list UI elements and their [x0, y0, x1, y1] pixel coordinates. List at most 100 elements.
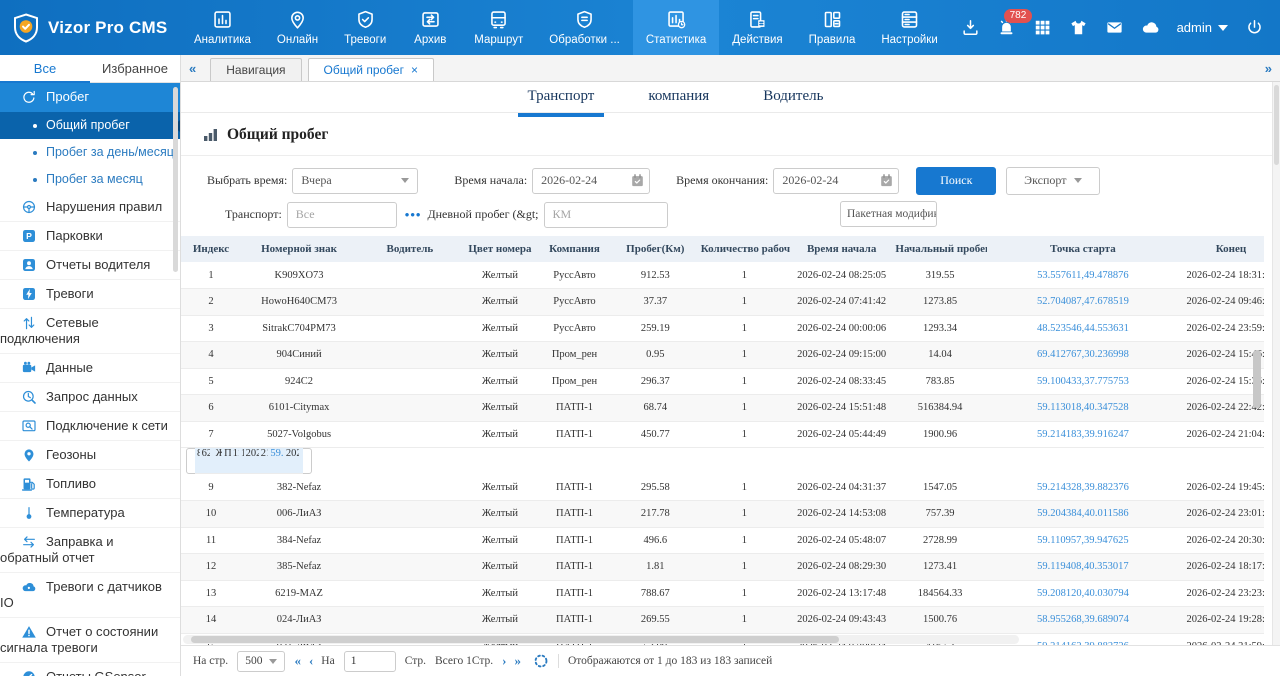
- nav-item-processing[interactable]: Обработки ...: [536, 0, 633, 55]
- time-range-select[interactable]: Вчера: [292, 168, 418, 194]
- start-point-link[interactable]: 48.523546,44.553631: [1037, 323, 1129, 334]
- column-header[interactable]: Компания: [537, 236, 612, 262]
- page-scrollbar[interactable]: [1274, 85, 1279, 165]
- column-header[interactable]: Цвет номера: [463, 236, 538, 262]
- table-row[interactable]: 5924C2ЖелтыйПром_рен296.3712026-02-24 08…: [181, 368, 1264, 395]
- column-header[interactable]: Количество рабочих: [699, 236, 790, 262]
- refresh-icon[interactable]: [533, 653, 549, 669]
- page-number-input[interactable]: [344, 651, 396, 672]
- start-point-link[interactable]: 53.557611,49.478876: [1037, 270, 1129, 281]
- table-vertical-scrollbar[interactable]: [1253, 350, 1261, 408]
- start-point-link[interactable]: 59.204384,40.011586: [1037, 508, 1129, 519]
- download-icon[interactable]: [961, 18, 980, 37]
- sidebar-item[interactable]: Нарушения правил: [0, 193, 180, 222]
- subtab-0[interactable]: Транспорт: [524, 88, 599, 112]
- table-row[interactable]: 9382-NefazЖелтыйПАТП-1295.5812026-02-24 …: [181, 474, 1264, 501]
- prev-page-button[interactable]: ‹: [309, 653, 312, 669]
- alarm-beacon-icon[interactable]: 782: [997, 18, 1016, 37]
- table-row[interactable]: 86212-MAZЖелтыйПАТП-11184.6812026-02-24 …: [186, 448, 312, 474]
- tshirt-icon[interactable]: [1069, 18, 1088, 37]
- table-row[interactable]: 1K909XO73ЖелтыйРуссАвто912.5312026-02-24…: [181, 262, 1264, 289]
- subtab-1[interactable]: компания: [644, 88, 713, 112]
- start-point-link[interactable]: 59.208120,40.030794: [1037, 588, 1129, 599]
- sidebar-item[interactable]: Данные: [0, 354, 180, 383]
- daily-mileage-input[interactable]: [544, 202, 668, 228]
- column-header[interactable]: Пробег(Км): [612, 236, 699, 262]
- sidebar-tab-1[interactable]: Избранное: [90, 55, 180, 82]
- sidebar-item[interactable]: Заправка и обратный отчет: [0, 528, 180, 573]
- start-point-link[interactable]: 69.412767,30.236998: [1037, 349, 1129, 360]
- workspace-tab-1[interactable]: Общий пробег×: [308, 58, 434, 81]
- start-point-link[interactable]: 59.110957,39.947625: [1037, 535, 1129, 546]
- sidebar-item[interactable]: Температура: [0, 499, 180, 528]
- sidebar-item[interactable]: Отчеты GSensor: [0, 663, 180, 676]
- horizontal-scrollbar[interactable]: [191, 636, 839, 643]
- sidebar-item[interactable]: Отчеты водителя: [0, 251, 180, 280]
- last-page-button[interactable]: »: [515, 653, 521, 669]
- mail-icon[interactable]: [1105, 18, 1124, 37]
- column-header[interactable]: Номерной знак: [241, 236, 357, 262]
- sidebar-item[interactable]: Геозоны: [0, 441, 180, 470]
- start-point-link[interactable]: 59.358992,40.688579: [270, 448, 284, 459]
- column-header[interactable]: Конец: [1179, 236, 1264, 262]
- table-row[interactable]: 4904СинийЖелтыйПром_рен0.9512026-02-24 0…: [181, 342, 1264, 369]
- sidebar-subitem[interactable]: Пробег за день/месяц: [0, 139, 180, 166]
- table-row[interactable]: 12385-NefazЖелтыйПАТП-11.8112026-02-24 0…: [181, 554, 1264, 581]
- table-row[interactable]: 10006-ЛиАЗЖелтыйПАТП-1217.7812026-02-24 …: [181, 501, 1264, 528]
- table-row[interactable]: 75027-VolgobusЖелтыйПАТП-1450.7712026-02…: [181, 421, 1264, 448]
- brand[interactable]: Vizor Pro CMS: [0, 0, 181, 55]
- nav-item-actions[interactable]: Действия: [719, 0, 795, 55]
- sidebar-item[interactable]: Пробег: [0, 83, 180, 112]
- start-point-link[interactable]: 58.955268,39.689074: [1037, 614, 1129, 625]
- nav-item-online[interactable]: Онлайн: [264, 0, 331, 55]
- nav-item-analytics[interactable]: Аналитика: [181, 0, 264, 55]
- sidebar-item[interactable]: Топливо: [0, 470, 180, 499]
- apps-grid-icon[interactable]: [1033, 18, 1052, 37]
- sidebar-tab-0[interactable]: Все: [0, 55, 90, 82]
- nav-item-alarms[interactable]: Тревоги: [331, 0, 399, 55]
- column-header[interactable]: Начальный пробег: [893, 236, 986, 262]
- export-button[interactable]: Экспорт: [1006, 167, 1100, 195]
- search-button[interactable]: Поиск: [916, 167, 996, 195]
- column-header[interactable]: Время начала: [790, 236, 894, 262]
- sidebar-item[interactable]: Сетевые подключения: [0, 309, 180, 354]
- start-point-link[interactable]: 59.100433,37.775753: [1037, 376, 1129, 387]
- table-row[interactable]: 66101-CitymaxЖелтыйПАТП-168.7412026-02-2…: [181, 395, 1264, 422]
- sidebar-subitem[interactable]: Пробег за месяц: [0, 166, 180, 193]
- start-point-link[interactable]: 59.119408,40.353017: [1037, 561, 1129, 572]
- nav-item-statistics[interactable]: Статистика: [633, 0, 719, 55]
- table-row[interactable]: 14024-ЛиАЗЖелтыйПАТП-1269.5512026-02-24 …: [181, 607, 1264, 634]
- column-header[interactable]: Точка старта: [987, 236, 1180, 262]
- sidebar-item[interactable]: Подключение к сети: [0, 412, 180, 441]
- subtab-2[interactable]: Водитель: [759, 88, 827, 112]
- next-page-button[interactable]: ›: [502, 653, 505, 669]
- start-point-link[interactable]: 52.704087,47.678519: [1037, 296, 1129, 307]
- start-point-link[interactable]: 59.214328,39.882376: [1037, 482, 1129, 493]
- start-point-link[interactable]: 59.214183,39.916247: [1037, 429, 1129, 440]
- sidebar-item[interactable]: PПарковки: [0, 222, 180, 251]
- nav-item-settings[interactable]: Настройки: [868, 0, 950, 55]
- sidebar-item[interactable]: Тревоги: [0, 280, 180, 309]
- transport-input[interactable]: [287, 202, 397, 228]
- workspace-tab-0[interactable]: Навигация: [210, 58, 301, 81]
- sidebar-subitem[interactable]: Общий пробег: [0, 112, 180, 139]
- collapse-sidebar-button[interactable]: «: [181, 55, 204, 81]
- column-header[interactable]: Индекс: [181, 236, 241, 262]
- column-header[interactable]: Водитель: [357, 236, 463, 262]
- cloud-icon[interactable]: [1141, 18, 1160, 37]
- close-tab-icon[interactable]: ×: [411, 63, 418, 77]
- user-menu[interactable]: admin: [1177, 20, 1228, 35]
- first-page-button[interactable]: «: [294, 653, 300, 669]
- nav-item-route[interactable]: Маршрут: [461, 0, 536, 55]
- table-row[interactable]: 3SitrakC704PM73ЖелтыйРуссАвто259.1912026…: [181, 315, 1264, 342]
- table-row[interactable]: 2HowoH640CM73ЖелтыйРуссАвто37.3712026-02…: [181, 289, 1264, 316]
- batch-modify-button[interactable]: Пакетная модификация: [840, 201, 937, 227]
- power-icon[interactable]: [1245, 18, 1264, 37]
- sidebar-item[interactable]: Отчет о состоянии сигнала тревоги: [0, 618, 180, 663]
- table-row[interactable]: 136219-MAZЖелтыйПАТП-1788.6712026-02-24 …: [181, 580, 1264, 607]
- calendar-icon[interactable]: [630, 173, 645, 188]
- more-options-button[interactable]: •••: [405, 207, 422, 223]
- table-row[interactable]: 11384-NefazЖелтыйПАТП-1496.612026-02-24 …: [181, 527, 1264, 554]
- per-page-select[interactable]: 500: [237, 651, 285, 672]
- sidebar-item[interactable]: Запрос данных: [0, 383, 180, 412]
